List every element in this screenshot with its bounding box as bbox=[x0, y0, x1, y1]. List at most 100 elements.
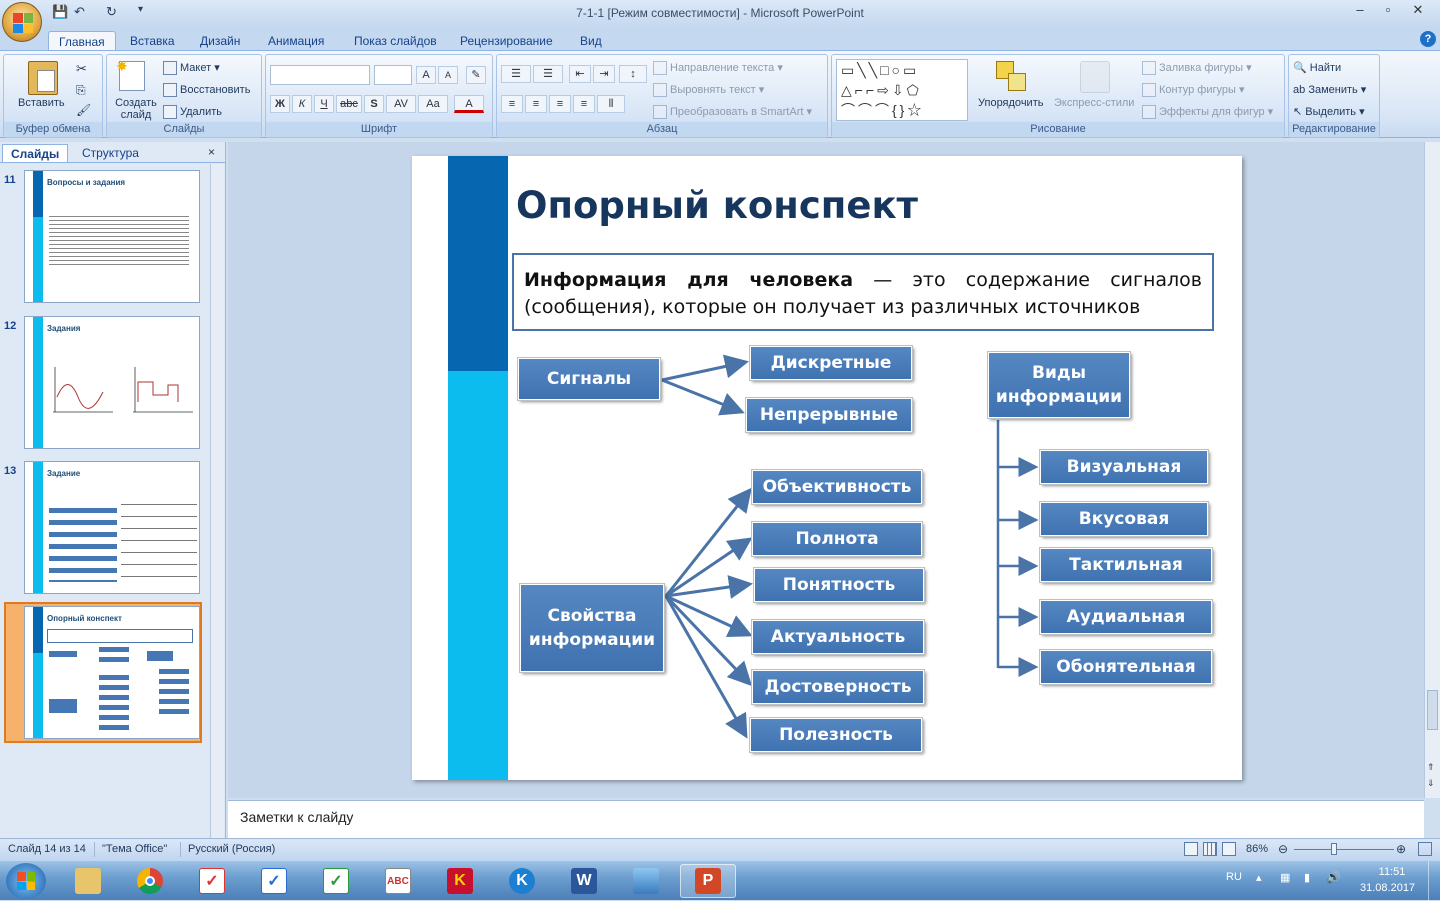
qat-menu-icon[interactable]: ▾ bbox=[138, 4, 143, 22]
numbering-icon[interactable]: ☰ bbox=[533, 65, 563, 83]
taskbar-app-check-blue[interactable]: ✓ bbox=[246, 864, 302, 898]
shrink-font-button[interactable]: A bbox=[438, 66, 458, 84]
columns-icon[interactable]: ⫴ bbox=[597, 95, 625, 113]
scroll-thumb[interactable] bbox=[1427, 690, 1438, 730]
find-button[interactable]: 🔍 Найти bbox=[1293, 61, 1341, 74]
node-prop-relevance[interactable]: Актуальность bbox=[751, 619, 925, 655]
font-name-field[interactable] bbox=[270, 65, 370, 85]
taskbar-app-check-red[interactable]: ✓ bbox=[184, 864, 240, 898]
taskbar-explorer[interactable] bbox=[60, 864, 116, 898]
node-prop-usefulness[interactable]: Полезность bbox=[749, 717, 923, 753]
volume-icon[interactable]: 🔊 bbox=[1326, 870, 1341, 884]
fit-window-icon[interactable] bbox=[1418, 842, 1432, 856]
sorter-view-icon[interactable] bbox=[1203, 842, 1217, 856]
tray-language[interactable]: RU bbox=[1226, 871, 1242, 883]
node-signals[interactable]: Сигналы bbox=[517, 357, 661, 401]
undo-icon[interactable]: ↶ bbox=[74, 4, 85, 22]
start-button[interactable] bbox=[6, 863, 46, 899]
tab-review[interactable]: Рецензирование bbox=[450, 31, 563, 51]
slide-thumb-12[interactable]: Задания bbox=[24, 316, 200, 449]
tray-date[interactable]: 31.08.2017 bbox=[1360, 882, 1415, 894]
justify-icon[interactable]: ≡ bbox=[573, 95, 595, 113]
taskbar-word[interactable]: W bbox=[556, 864, 612, 898]
copy-icon[interactable]: ⎘ bbox=[76, 83, 86, 98]
node-type-tactile[interactable]: Тактильная bbox=[1039, 547, 1213, 583]
pane-scrollbar[interactable] bbox=[210, 164, 224, 840]
slide-canvas[interactable]: Опорный конспект Информация для человека… bbox=[412, 156, 1242, 780]
slide-thumb-14[interactable]: Опорный конспект bbox=[24, 606, 200, 739]
close-button[interactable]: ✕ bbox=[1404, 2, 1432, 20]
align-right-icon[interactable]: ≡ bbox=[549, 95, 571, 113]
clear-format-icon[interactable]: ✎ bbox=[466, 66, 486, 84]
tab-view[interactable]: Вид bbox=[570, 31, 612, 51]
format-painter-icon[interactable]: 🖌 bbox=[76, 103, 91, 117]
next-slide-icon[interactable]: ⇓ bbox=[1427, 778, 1435, 789]
tray-time[interactable]: 11:51 bbox=[1372, 866, 1412, 878]
shapes-gallery[interactable]: ▭╲╲□○▭ △⌐⌐⇨⇩⬠ ⌒⌒⌒{}☆ bbox=[836, 59, 968, 121]
arrange-icon[interactable] bbox=[996, 61, 1028, 93]
italic-button[interactable]: К bbox=[292, 95, 312, 113]
align-center-icon[interactable]: ≡ bbox=[525, 95, 547, 113]
node-prop-reliability[interactable]: Достоверность bbox=[751, 669, 925, 705]
node-prop-clarity[interactable]: Понятность bbox=[753, 567, 925, 603]
tab-insert[interactable]: Вставка bbox=[120, 31, 185, 51]
network-icon[interactable]: ▦ bbox=[1280, 871, 1290, 884]
line-spacing-icon[interactable]: ↕ bbox=[619, 65, 647, 83]
layout-button[interactable]: Макет ▾ bbox=[163, 61, 220, 76]
taskbar-powerpoint[interactable]: P bbox=[680, 864, 736, 898]
tab-outline-pane[interactable]: Структура bbox=[74, 144, 147, 162]
node-prop-completeness[interactable]: Полнота bbox=[751, 521, 923, 557]
taskbar-app-k[interactable]: K bbox=[432, 864, 488, 898]
indent-icon[interactable]: ⇥ bbox=[593, 65, 615, 83]
shadow-button[interactable]: S bbox=[364, 95, 384, 113]
editor-scrollbar[interactable]: ⇑ ⇓ bbox=[1424, 142, 1440, 798]
node-continuous[interactable]: Непрерывные bbox=[745, 397, 913, 433]
tab-slides-pane[interactable]: Слайды bbox=[2, 144, 69, 162]
taskbar-app-k-blue[interactable]: K bbox=[494, 864, 550, 898]
font-size-field[interactable] bbox=[374, 65, 412, 85]
font-color-button[interactable]: A bbox=[454, 95, 484, 113]
delete-slide-button[interactable]: Удалить bbox=[163, 105, 222, 119]
paste-button[interactable]: Вставить bbox=[18, 97, 65, 109]
office-button[interactable] bbox=[2, 2, 42, 42]
notes-pane[interactable]: Заметки к слайду bbox=[228, 800, 1424, 838]
theme-name[interactable]: "Тема Office" bbox=[102, 843, 167, 855]
tray-expand-icon[interactable]: ▴ bbox=[1256, 871, 1262, 884]
tab-home[interactable]: Главная bbox=[48, 31, 116, 51]
node-type-visual[interactable]: Визуальная bbox=[1039, 449, 1209, 485]
replace-button[interactable]: ab Заменить ▾ bbox=[1293, 83, 1366, 96]
new-slide-button[interactable]: Создать слайд bbox=[113, 97, 159, 121]
redo-icon[interactable]: ↻ bbox=[106, 4, 117, 22]
tab-slideshow[interactable]: Показ слайдов bbox=[344, 31, 447, 51]
zoom-in-icon[interactable]: ⊕ bbox=[1396, 842, 1406, 856]
node-type-olfactory[interactable]: Обонятельная bbox=[1039, 649, 1213, 685]
new-slide-icon[interactable]: ✸ bbox=[116, 58, 145, 91]
grow-font-button[interactable]: A bbox=[416, 66, 436, 84]
align-left-icon[interactable]: ≡ bbox=[501, 95, 523, 113]
normal-view-icon[interactable] bbox=[1184, 842, 1198, 856]
outdent-icon[interactable]: ⇤ bbox=[569, 65, 591, 83]
node-properties[interactable]: Свойства информации bbox=[519, 583, 665, 673]
taskbar-pictures[interactable] bbox=[618, 864, 674, 898]
taskbar-chrome[interactable] bbox=[122, 864, 178, 898]
zoom-slider-thumb[interactable] bbox=[1331, 843, 1337, 855]
bullets-icon[interactable]: ☰ bbox=[501, 65, 531, 83]
node-discrete[interactable]: Дискретные bbox=[749, 345, 913, 381]
taskbar-app-abc[interactable]: ABC bbox=[370, 864, 426, 898]
help-icon[interactable]: ? bbox=[1420, 31, 1436, 47]
case-button[interactable]: Aa bbox=[418, 95, 448, 113]
slideshow-view-icon[interactable] bbox=[1222, 842, 1236, 856]
node-type-audial[interactable]: Аудиальная bbox=[1039, 599, 1213, 635]
slide-thumb-11[interactable]: Вопросы и задания bbox=[24, 170, 200, 303]
slide-thumb-13[interactable]: Задание bbox=[24, 461, 200, 594]
tab-design[interactable]: Дизайн bbox=[190, 31, 250, 51]
battery-icon[interactable]: ▮ bbox=[1304, 871, 1310, 884]
tab-animation[interactable]: Анимация bbox=[258, 31, 334, 51]
reset-button[interactable]: Восстановить bbox=[163, 83, 250, 97]
zoom-level[interactable]: 86% bbox=[1246, 843, 1268, 855]
show-desktop-button[interactable] bbox=[1428, 861, 1440, 901]
select-button[interactable]: ↖ Выделить ▾ bbox=[1293, 105, 1365, 118]
cut-icon[interactable]: ✂ bbox=[76, 61, 87, 77]
minimize-button[interactable]: – bbox=[1346, 2, 1374, 20]
node-info-types[interactable]: Виды информации bbox=[987, 351, 1131, 419]
